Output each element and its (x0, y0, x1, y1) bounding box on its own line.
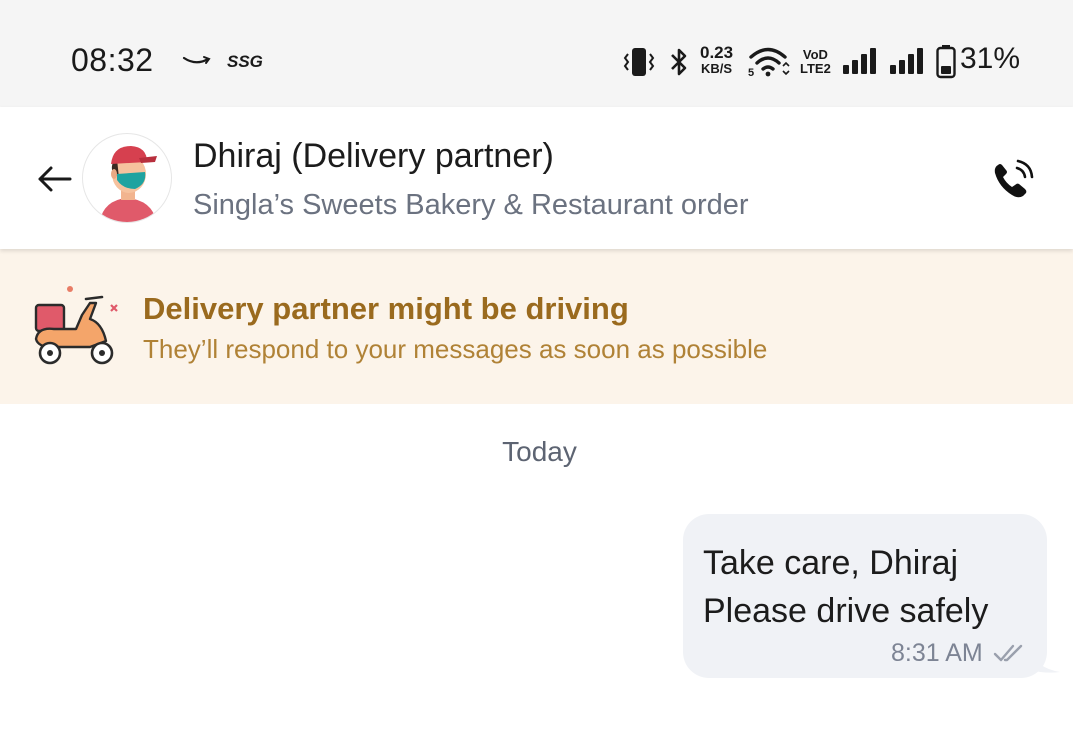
phone-call-icon (994, 159, 1034, 198)
message-text-line: Take care, Dhiraj (703, 544, 959, 582)
chat-header: Dhiraj (Delivery partner) Singla’s Sweet… (0, 107, 1073, 249)
contact-name: Dhiraj (Delivery partner) (193, 137, 554, 175)
volte-top: VoD (802, 47, 828, 62)
bluetooth-icon (668, 47, 690, 82)
bubble-tail (1030, 650, 1064, 681)
carrier-badge: SSG (227, 52, 263, 71)
network-speed-unit: KB/S (701, 61, 733, 76)
call-button[interactable] (990, 159, 1038, 208)
banner-title: Delivery partner might be driving (143, 291, 629, 326)
signal-icon (842, 48, 880, 81)
banner-subtitle: They’ll respond to your messages as soon… (143, 334, 768, 364)
battery-percent: 31% (960, 42, 1021, 75)
delivery-partner-avatar[interactable] (82, 133, 172, 223)
volte-bottom: LTE2 (800, 61, 831, 76)
back-arrow-icon (38, 166, 72, 192)
network-speed-value: 0.23 (700, 43, 734, 62)
vibrate-icon (622, 46, 656, 83)
message-time: 8:31 AM (891, 639, 983, 667)
double-check-icon (993, 642, 1027, 669)
status-bar: 08:32 SSG 0.23 KB/S 5 VoD LTE2 31% (0, 0, 1073, 107)
status-time: 08:32 (71, 42, 154, 78)
battery-icon (936, 45, 956, 84)
back-button[interactable] (36, 165, 72, 198)
network-speed: 0.23 KB/S (700, 43, 734, 77)
order-subtitle: Singla’s Sweets Bakery & Restaurant orde… (193, 189, 749, 221)
date-separator: Today (502, 436, 577, 467)
amazon-smile-icon (182, 55, 212, 74)
driving-banner: Delivery partner might be driving They’l… (0, 249, 1073, 404)
message-bubble-outgoing[interactable]: Take care, Dhiraj Please drive safely 8:… (683, 514, 1047, 678)
volte-indicator: VoD LTE2 (800, 48, 831, 76)
svg-text:5: 5 (748, 67, 754, 78)
message-text-line: Please drive safely (703, 592, 989, 630)
wifi-icon: 5 (748, 44, 790, 83)
scooter-icon (30, 285, 122, 374)
signal-icon-2 (889, 48, 927, 81)
